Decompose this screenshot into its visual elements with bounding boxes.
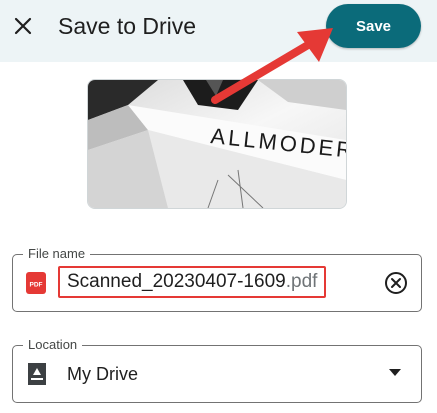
svg-text:PDF: PDF — [30, 282, 43, 289]
clear-circle-icon[interactable] — [383, 270, 409, 296]
drive-icon — [28, 363, 46, 385]
location-label: Location — [23, 337, 83, 353]
file-name-label: File name — [23, 246, 91, 262]
save-button[interactable]: Save — [326, 4, 421, 48]
file-name-input[interactable]: Scanned_20230407-1609 .pdf — [58, 266, 327, 298]
file-name-field[interactable]: File name PDF Scanned_20230407-1609 .pdf — [12, 246, 422, 312]
close-button[interactable] — [8, 11, 38, 41]
document-thumbnail[interactable]: ALLMODERN — [87, 79, 347, 209]
close-icon — [14, 17, 32, 35]
location-field[interactable]: Location My Drive — [12, 337, 422, 403]
dialog-title: Save to Drive — [58, 13, 197, 39]
file-name-extension: .pdf — [285, 271, 318, 292]
dropdown-triangle-icon[interactable] — [389, 369, 401, 377]
document-preview-image: ALLMODERN — [88, 80, 346, 208]
pdf-icon: PDF — [26, 272, 46, 294]
top-app-bar: Save to Drive Save — [0, 0, 437, 62]
file-name-base: Scanned_20230407-1609 — [67, 271, 286, 292]
location-value: My Drive — [67, 364, 138, 384]
